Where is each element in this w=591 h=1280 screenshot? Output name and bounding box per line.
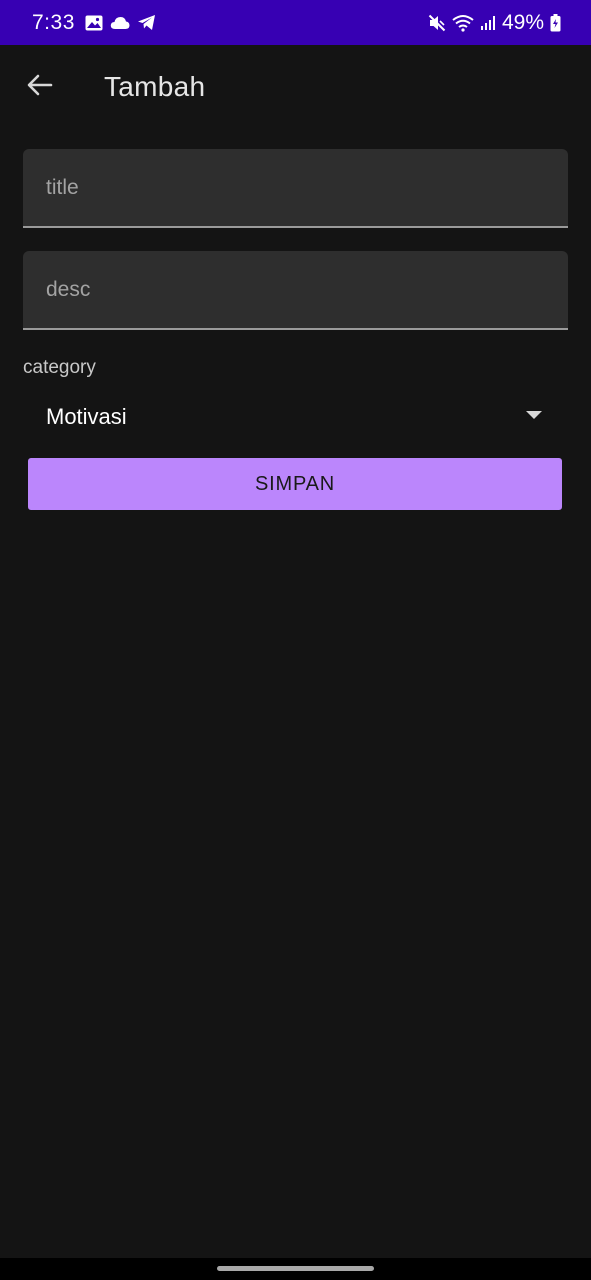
page-title: Tambah bbox=[104, 71, 206, 102]
save-button[interactable]: SIMPAN bbox=[28, 458, 562, 510]
telegram-icon bbox=[137, 14, 156, 31]
status-time: 7:33 bbox=[32, 10, 75, 34]
title-field[interactable] bbox=[23, 149, 568, 228]
category-dropdown[interactable]: Motivasi bbox=[23, 392, 568, 440]
status-right: 49% bbox=[422, 11, 561, 35]
status-bar: 7:33 49% bbox=[0, 0, 591, 45]
back-button[interactable] bbox=[20, 67, 60, 107]
desc-input[interactable] bbox=[23, 251, 568, 328]
category-label: category bbox=[23, 357, 96, 378]
category-selected-value: Motivasi bbox=[46, 404, 127, 429]
wifi-icon bbox=[452, 14, 474, 32]
add-screen: 7:33 49% Tambah title desc category Moti… bbox=[0, 0, 591, 1280]
app-bar: Tambah bbox=[0, 45, 591, 129]
dropdown-arrow-icon bbox=[526, 411, 542, 419]
cloud-icon bbox=[110, 16, 130, 30]
mute-icon bbox=[428, 14, 446, 32]
navigation-bar bbox=[0, 1258, 591, 1280]
battery-icon bbox=[550, 13, 561, 32]
battery-percent: 49% bbox=[501, 10, 544, 34]
arrow-back-icon bbox=[27, 74, 53, 101]
title-input[interactable] bbox=[23, 149, 568, 226]
status-left: 7:33 bbox=[32, 11, 163, 35]
desc-field[interactable] bbox=[23, 251, 568, 330]
gallery-icon bbox=[85, 15, 103, 31]
home-indicator[interactable] bbox=[217, 1266, 374, 1271]
signal-icon bbox=[480, 15, 496, 31]
